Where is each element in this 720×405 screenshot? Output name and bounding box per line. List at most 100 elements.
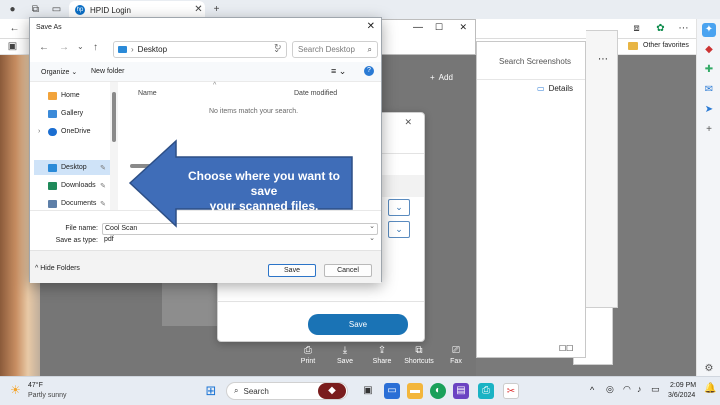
onedrive-icon [48, 127, 57, 136]
dialog-title: Save As [36, 24, 62, 31]
downloads-icon [48, 181, 57, 190]
shopping-icon[interactable]: ◆ [702, 43, 716, 57]
workspaces-icon[interactable]: ⧉ [29, 3, 42, 16]
teams-icon[interactable]: ▤ [453, 383, 469, 399]
close-tab-icon[interactable]: ✕ [192, 3, 205, 16]
profile-icon[interactable]: ● [6, 3, 19, 16]
download-icon: ⤓ [342, 345, 348, 356]
nav-item-documents[interactable]: Documents ✎ [34, 196, 110, 211]
start-icon[interactable]: ⊞ [203, 383, 219, 399]
search-highlight-icon[interactable]: ◆ [318, 383, 346, 399]
dialog-toolbar: Organize ⌄ New folder ≡ ⌄ ? [30, 62, 381, 82]
menu-icon[interactable]: ⋯ [677, 22, 690, 35]
save-type-select[interactable]: pdf [102, 235, 378, 247]
refresh-icon[interactable]: ↻ [274, 42, 282, 53]
weather-icon[interactable]: ☀ [10, 383, 21, 397]
instruction-callout: Choose where you want to save your scann… [128, 139, 354, 229]
help-icon[interactable]: ? [364, 66, 374, 76]
snipping-tool-icon[interactable]: ✂ [503, 383, 519, 399]
nav-item-downloads[interactable]: Downloads ✎ [34, 178, 110, 193]
file-name-dropdown-icon[interactable]: ⌄ [369, 222, 375, 230]
notifications-icon[interactable]: 🔔 [704, 383, 716, 394]
new-folder-button[interactable]: New folder [91, 68, 124, 75]
add-scanner[interactable]: + Add [430, 73, 453, 82]
search-desktop-input[interactable]: Search Desktop ⌕ [292, 41, 378, 58]
add-sidebar-icon[interactable]: + [702, 123, 716, 137]
weather-temp[interactable]: 47°F [28, 382, 43, 389]
settings-icon[interactable]: ⚙ [702, 362, 716, 376]
tray-chevron-icon[interactable]: ^ [590, 385, 594, 395]
nav-item-onedrive[interactable]: › OneDrive [34, 124, 110, 139]
back-arrow-icon[interactable]: ← [39, 42, 49, 53]
tools-icon[interactable]: ✚ [702, 63, 716, 77]
back-icon[interactable]: ← [8, 22, 21, 35]
clock-date[interactable]: 3/6/2024 [668, 392, 695, 399]
scanner-dropdown-2[interactable]: ⌄ [388, 221, 410, 238]
scanner-close-icon[interactable]: ✕ [404, 117, 412, 128]
new-tab-icon[interactable]: + [210, 3, 223, 16]
screenshots-search[interactable]: Search Screenshots [499, 57, 571, 66]
dialog-titlebar: Save As ✕ [30, 18, 381, 38]
scanner-save-button[interactable]: Save [308, 314, 408, 335]
navigation-pane: Home Gallery › OneDrive Desktop ✎ Download… [30, 82, 110, 210]
save-button[interactable]: Save [268, 264, 316, 277]
nav-item-home[interactable]: Home [34, 88, 110, 103]
dialog-close-icon[interactable]: ✕ [367, 21, 375, 32]
file-explorer-icon[interactable]: ▬ [407, 383, 423, 399]
minimize-icon[interactable]: — [413, 22, 423, 33]
scanner-dropdown-1[interactable]: ⌄ [388, 199, 410, 216]
share-tool[interactable]: ⇪ Share [366, 345, 398, 371]
path-bar[interactable]: › Desktop ⌄ [113, 41, 287, 58]
send-icon[interactable]: ➤ [702, 103, 716, 117]
wifi-icon[interactable]: ◠ [623, 384, 631, 395]
column-date-modified[interactable]: Date modified [294, 90, 337, 97]
nav-item-desktop[interactable]: Desktop ✎ [34, 160, 110, 175]
collections-icon[interactable]: ✿ [654, 22, 667, 35]
sort-chevron-icon: ^ [213, 82, 217, 89]
tray-app-icon[interactable]: ◎ [606, 384, 614, 395]
copilot-icon[interactable]: ✦ [702, 23, 716, 37]
tab-actions-icon[interactable]: ▭ [50, 3, 63, 16]
hide-folders-toggle[interactable]: ^ Hide Folders [35, 265, 80, 272]
close-icon[interactable]: ✕ [459, 22, 467, 33]
fax-tool[interactable]: ⎚ Fax [440, 345, 472, 371]
more-options-icon[interactable]: ⋯ [598, 54, 608, 65]
scroll-thumb[interactable] [112, 92, 116, 142]
save-type-dropdown-icon[interactable]: ⌄ [369, 234, 375, 242]
folder-icon [628, 42, 638, 50]
clock-time[interactable]: 2:09 PM [670, 382, 696, 389]
pin-icon: ✎ [100, 182, 106, 190]
edge-icon[interactable]: ◐ [430, 383, 446, 399]
forward-arrow-icon[interactable]: → [59, 42, 69, 53]
details-icon: ▭ [537, 84, 545, 93]
plus-icon: + [430, 73, 435, 82]
nav-item-gallery[interactable]: Gallery [34, 106, 110, 121]
battery-icon[interactable]: ▭ [651, 384, 660, 395]
files-icon[interactable]: ▭ [384, 383, 400, 399]
details-button[interactable]: Details [549, 84, 573, 93]
bookmark-folder-icon: ▣ [7, 41, 18, 52]
windows-taskbar: ☀ 47°F Partly sunny ⊞ ⌕ Search ◆ ▣ ▭ ▬ ◐… [0, 376, 720, 405]
maximize-icon[interactable]: ☐ [435, 22, 443, 33]
nav-scrollbar[interactable] [110, 82, 118, 210]
weather-desc[interactable]: Partly sunny [28, 392, 67, 399]
hp-smart-icon[interactable]: ⎙ [478, 383, 494, 399]
extensions-icon[interactable]: ⧈ [630, 22, 643, 35]
view-options-icon[interactable]: ≡ ⌄ [331, 66, 346, 77]
organize-button[interactable]: Organize ⌄ [41, 68, 77, 76]
print-tool[interactable]: ⎙ Print [292, 345, 324, 371]
outlook-icon[interactable]: ✉ [702, 83, 716, 97]
save-tool[interactable]: ⤓ Save [329, 345, 361, 371]
task-view-icon[interactable]: ▣ [360, 383, 376, 399]
pin-icon: ✎ [100, 200, 106, 208]
recent-chevron-icon[interactable]: ⌄ [77, 42, 84, 51]
cancel-button[interactable]: Cancel [324, 264, 372, 277]
documents-icon [48, 199, 57, 208]
shortcuts-tool[interactable]: ⧉ Shortcuts [403, 345, 435, 371]
volume-icon[interactable]: ♪ [637, 384, 642, 394]
column-name[interactable]: Name [138, 90, 157, 97]
expand-chevron-icon[interactable]: › [38, 128, 40, 135]
up-arrow-icon[interactable]: ↑ [93, 42, 98, 53]
grid-view-icon[interactable]: ☐☐ [559, 344, 573, 353]
other-favorites[interactable]: Other favorites [643, 42, 689, 49]
